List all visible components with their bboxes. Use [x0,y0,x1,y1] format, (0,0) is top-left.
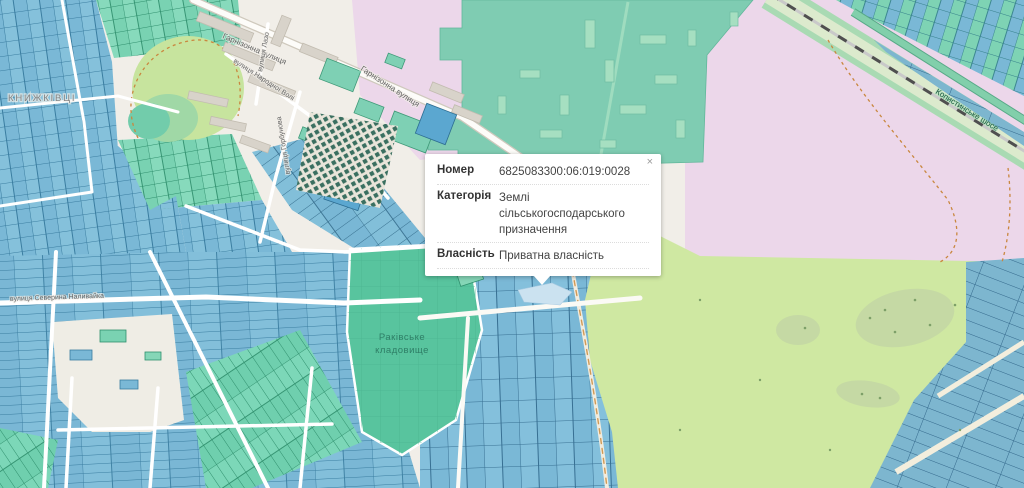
popup-label-category: Категорія [437,190,499,238]
popup-value-ownership: Приватна власність [499,248,649,264]
close-icon[interactable]: × [647,157,653,168]
cemetery-label-line1: Раківське [379,332,425,343]
popup-row-ownership: Власність Приватна власність [437,243,649,269]
cadastral-map-app: КНИЖКІВЦІ Гарнізонна вулиця Гарнізонна в… [0,0,1024,488]
popup-value-category: Землі сільськогосподарського призначення [499,190,649,238]
parcel-info-popup: × Номер 6825083300:06:019:0028 Категорія… [425,154,661,276]
popup-tail [533,275,551,294]
place-label-knyzhkivtsi: КНИЖКІВЦІ [8,93,76,104]
popup-value-number: 6825083300:06:019:0028 [499,164,649,180]
popup-row-category: Категорія Землі сільськогосподарського п… [437,185,649,243]
cemetery-label-line2: кладовище [375,345,429,356]
popup-row-number: Номер 6825083300:06:019:0028 [437,159,649,185]
popup-label-number: Номер [437,164,499,180]
popup-label-ownership: Власність [437,248,499,264]
